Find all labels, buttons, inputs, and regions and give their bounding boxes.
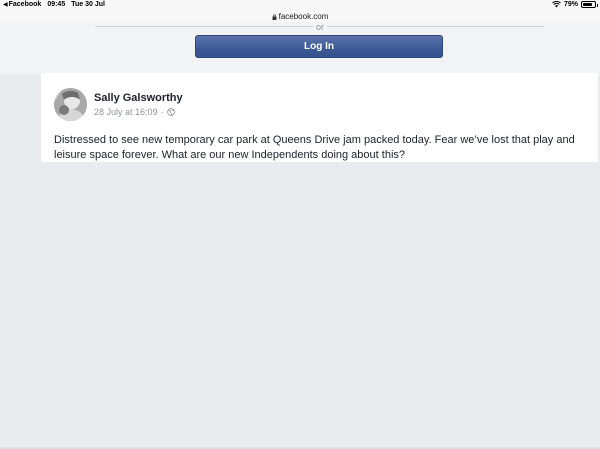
- status-right: 79%: [552, 1, 598, 8]
- url-domain: facebook.com: [278, 12, 329, 21]
- status-date: Tue 30 Jul: [71, 1, 105, 8]
- post-timestamp[interactable]: 28 July at 16:09: [94, 107, 158, 117]
- back-to-app[interactable]: ◀Facebook: [3, 1, 41, 8]
- author-name[interactable]: Sally Galsworthy: [94, 92, 183, 104]
- wifi-icon: [552, 1, 561, 8]
- or-divider: or: [0, 22, 600, 32]
- or-label: or: [312, 22, 327, 32]
- battery-icon: [581, 1, 598, 8]
- globe-icon: [166, 108, 175, 116]
- avatar[interactable]: [54, 88, 87, 121]
- battery-percent: 79%: [563, 1, 578, 8]
- status-left: ◀Facebook 09:45 Tue 30 Jul: [3, 1, 111, 8]
- url-bar[interactable]: facebook.com: [0, 11, 600, 22]
- post-meta: 28 July at 16:09 ·: [94, 107, 175, 117]
- avatar-image: [54, 88, 87, 121]
- post-card: Sally Galsworthy 28 July at 16:09 · Dist…: [41, 73, 598, 162]
- login-button[interactable]: Log In: [195, 35, 443, 58]
- battery-level: [583, 3, 592, 6]
- status-time: 09:45: [47, 1, 66, 8]
- lock-icon: [272, 14, 277, 20]
- status-bar: ◀Facebook 09:45 Tue 30 Jul 79%: [0, 0, 600, 11]
- meta-separator: ·: [160, 107, 164, 117]
- post-text: Distressed to see new temporary car park…: [54, 134, 575, 161]
- back-app-label: Facebook: [8, 1, 42, 8]
- back-arrow-icon: ◀: [3, 2, 8, 8]
